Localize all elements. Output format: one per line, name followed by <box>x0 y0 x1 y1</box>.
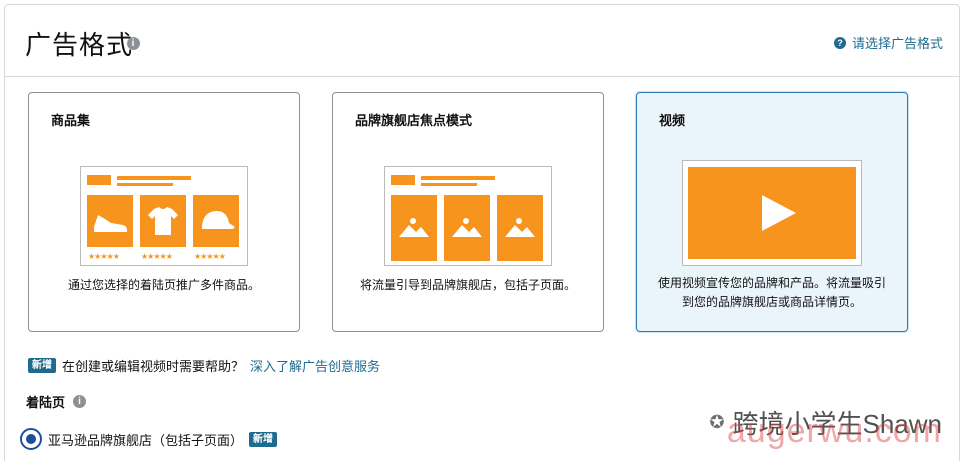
image-icon <box>444 195 490 261</box>
page-title: 广告格式 i <box>25 25 140 62</box>
info-icon[interactable]: i <box>127 37 140 50</box>
info-icon[interactable]: i <box>73 395 87 408</box>
landing-option-store[interactable]: 亚马逊品牌旗舰店（包括子页面） 新增 <box>20 428 278 450</box>
help-link-text: 请选择广告格式 <box>851 36 943 51</box>
wechat-logo-icon: ✪ <box>709 412 725 432</box>
help-icon: ? <box>833 36 846 49</box>
play-icon <box>688 167 856 259</box>
help-link[interactable]: ? 请选择广告格式 <box>833 33 943 52</box>
video-help-row: 新增 在创建或编辑视频时需要帮助？ 深入了解广告创意服务 <box>28 356 380 375</box>
thumb-subhead-bar <box>421 183 477 186</box>
card-description-line: 使用视频宣传您的品牌和产品。将流量吸引 <box>657 276 886 290</box>
new-badge: 新增 <box>249 431 278 447</box>
watermark-site: augerwu.com <box>726 412 942 450</box>
card-title: 视频 <box>659 113 686 128</box>
cap-icon <box>193 195 239 247</box>
star-rating: ★★★★★ <box>141 252 173 261</box>
creative-services-link[interactable]: 深入了解广告创意服务 <box>250 356 380 375</box>
landing-page-label-text: 着陆页 <box>26 395 66 410</box>
radio-selected-icon[interactable] <box>20 428 42 450</box>
video-thumbnail <box>682 160 862 266</box>
panel-header: 广告格式 i ? 请选择广告格式 <box>5 5 959 77</box>
card-description-line: 到您的品牌旗舰店或商品详情页。 <box>681 295 862 309</box>
tshirt-icon <box>140 195 186 247</box>
thumb-subhead-bar <box>117 183 173 186</box>
landing-option-label: 亚马逊品牌旗舰店（包括子页面） <box>48 432 244 448</box>
image-icon <box>497 195 543 261</box>
card-title: 品牌旗舰店焦点模式 <box>355 113 473 128</box>
card-store-spotlight[interactable]: 品牌旗舰店焦点模式 将流量引导到品牌旗舰店，包括子页面。 <box>332 92 604 332</box>
card-description: 通过您选择的着陆页推广多件商品。 <box>67 278 260 292</box>
thumb-headline-bar <box>117 176 191 180</box>
card-video[interactable]: 视频 使用视频宣传您的品牌和产品。将流量吸引 到您的品牌旗舰店或商品详情页。 <box>636 92 908 332</box>
shoe-icon <box>87 195 133 247</box>
star-rating: ★★★★★ <box>88 252 120 261</box>
page-title-text: 广告格式 <box>25 30 134 60</box>
thumb-headline-bar <box>421 176 495 180</box>
help-text: 在创建或编辑视频时需要帮助？ <box>62 359 245 374</box>
new-badge: 新增 <box>28 358 56 373</box>
card-title: 商品集 <box>51 113 91 128</box>
landing-page-label: 着陆页 i <box>26 392 87 411</box>
store-spotlight-thumbnail <box>384 166 552 266</box>
image-icon <box>391 195 437 261</box>
thumb-logo-bar <box>87 175 111 185</box>
card-description: 将流量引导到品牌旗舰店，包括子页面。 <box>359 278 576 292</box>
card-product-collection[interactable]: 商品集 ★★★★★ ★★★★★ ★★★★★ 通过您选择的着陆页推广多件商品。 <box>28 92 300 332</box>
card-description: 使用视频宣传您的品牌和产品。将流量吸引 到您的品牌旗舰店或商品详情页。 <box>637 274 907 312</box>
star-rating: ★★★★★ <box>194 252 226 261</box>
thumb-logo-bar <box>391 175 415 185</box>
product-collection-thumbnail: ★★★★★ ★★★★★ ★★★★★ <box>80 166 248 266</box>
